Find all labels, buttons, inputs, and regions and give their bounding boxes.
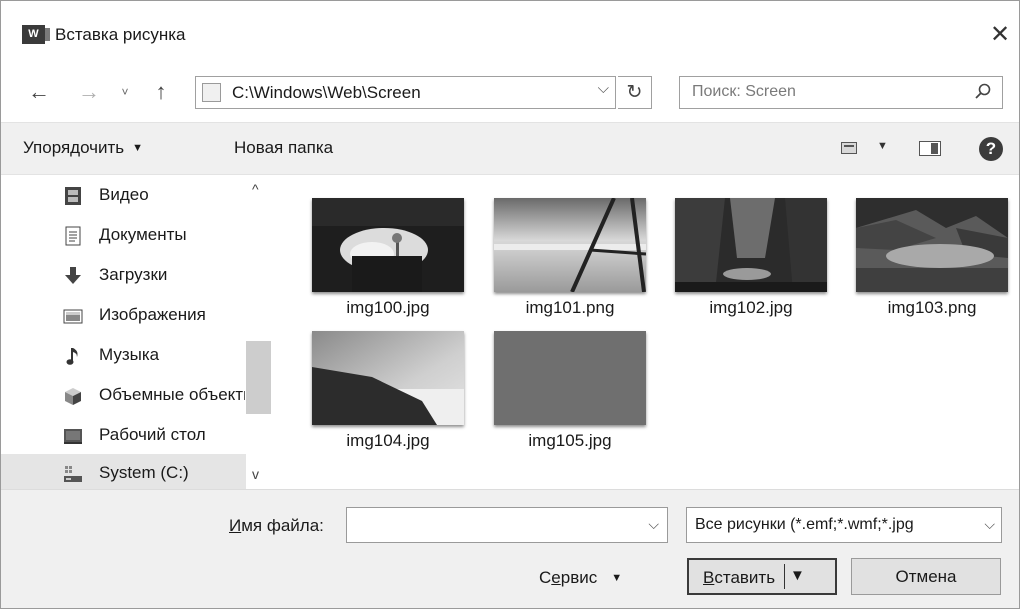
- desktop-icon: [64, 429, 82, 444]
- organize-label: Упорядочить: [23, 138, 125, 157]
- new-folder-button[interactable]: Новая папка: [234, 138, 333, 158]
- cancel-button[interactable]: Отмена: [851, 558, 1001, 595]
- close-button[interactable]: ✕: [981, 17, 1019, 53]
- preview-pane-icon[interactable]: [919, 141, 941, 156]
- search-icon[interactable]: [974, 82, 992, 100]
- caret-down-icon: ▼: [611, 572, 623, 584]
- video-icon: [65, 187, 81, 205]
- insert-label-text: ставить: [714, 568, 776, 587]
- up-button[interactable]: ↑: [148, 77, 174, 107]
- file-name: img103.png: [887, 298, 977, 317]
- file-item[interactable]: img104.jpg: [272, 309, 464, 459]
- filename-field[interactable]: ⌵: [346, 507, 668, 543]
- dialog-title: Вставка рисунка: [55, 25, 186, 44]
- file-type-filter[interactable]: Все рисунки (*.emf;*.wmf;*.jpg ⌵: [686, 507, 1002, 543]
- tools-label-pre: С: [539, 568, 552, 587]
- insert-label-accesskey: В: [703, 568, 715, 587]
- file-name: img105.jpg: [528, 431, 612, 450]
- tools-label-accesskey: е: [551, 568, 561, 587]
- tools-label-post: рвис: [560, 568, 598, 587]
- sidebar-item-label: Изображения: [99, 305, 206, 324]
- image-thumbnail: [856, 198, 1008, 292]
- address-dropdown-button[interactable]: ⌵: [598, 80, 609, 97]
- file-item[interactable]: img103.png: [816, 176, 1008, 326]
- drive-icon: [64, 466, 82, 482]
- sidebar-item-label: Музыка: [99, 345, 160, 364]
- caret-down-icon: ▼: [132, 142, 144, 154]
- scroll-down-icon[interactable]: v: [252, 466, 259, 482]
- image-thumbnail: [312, 331, 464, 425]
- insert-label: Вставить: [703, 568, 775, 588]
- sidebar-item-documents[interactable]: Документы: [1, 216, 246, 256]
- image-thumbnail: [494, 198, 646, 292]
- forward-button[interactable]: →: [76, 77, 102, 107]
- filename-label-text: мя файла:: [241, 516, 324, 535]
- pictures-icon: [63, 309, 83, 324]
- image-thumbnail: [494, 331, 646, 425]
- documents-icon: [65, 226, 81, 246]
- view-mode-icon[interactable]: [841, 142, 857, 154]
- refresh-button[interactable]: ↻: [618, 76, 652, 109]
- sidebar-item-pictures[interactable]: Изображения: [1, 296, 246, 336]
- file-list: img100.jpg img101.png img102.jpg img103.…: [272, 176, 1019, 488]
- sidebar-item-label: System (C:): [99, 463, 189, 482]
- file-item[interactable]: img105.jpg: [454, 309, 646, 459]
- tools-menu-button[interactable]: Сервис ▼: [539, 568, 622, 588]
- word-app-icon: W: [22, 25, 50, 44]
- file-item[interactable]: img100.jpg: [272, 176, 464, 326]
- sidebar-item-downloads[interactable]: Загрузки: [1, 256, 246, 296]
- sidebar-item-music[interactable]: Музыка: [1, 336, 246, 376]
- 3d-objects-icon: [65, 388, 81, 405]
- view-options-dropdown[interactable]: ▼: [877, 140, 888, 152]
- nav-scrollbar[interactable]: ^ v: [246, 176, 271, 488]
- image-thumbnail: [675, 198, 827, 292]
- bottom-panel: Имя файла: ⌵ Все рисунки (*.emf;*.wmf;*.…: [1, 489, 1019, 608]
- file-type-dropdown-button[interactable]: ⌵: [984, 516, 995, 533]
- title-bar: W Вставка рисунка ✕: [1, 1, 1019, 53]
- search-placeholder: Поиск: Screen: [692, 83, 796, 100]
- downloads-icon: [65, 267, 81, 284]
- navigation-pane: Видео Документы Загрузки Изображения Муз…: [1, 176, 271, 494]
- sidebar-item-label: Объемные объекты: [99, 385, 245, 404]
- image-thumbnail: [312, 198, 464, 292]
- file-item[interactable]: img102.jpg: [635, 176, 827, 326]
- insert-split-divider: [784, 564, 785, 589]
- command-toolbar: Упорядочить ▼ Новая папка ▼ ?: [1, 122, 1019, 175]
- insert-button[interactable]: Вставить ▼: [687, 558, 837, 595]
- filename-label: Имя файла:: [229, 516, 324, 536]
- sidebar-item-label: Видео: [99, 185, 149, 204]
- scroll-up-icon[interactable]: ^: [252, 181, 259, 197]
- file-type-selected: Все рисунки (*.emf;*.wmf;*.jpg: [695, 516, 914, 533]
- sidebar-item-system-drive[interactable]: System (C:): [1, 454, 246, 494]
- sidebar-item-video[interactable]: Видео: [1, 176, 246, 216]
- address-path[interactable]: C:\Windows\Web\Screen: [232, 83, 421, 103]
- insert-picture-dialog: W Вставка рисунка ✕ ← → ˅ ↑ C:\Windows\W…: [0, 0, 1020, 609]
- sidebar-item-desktop[interactable]: Рабочий стол: [1, 416, 246, 456]
- sidebar-item-label: Документы: [99, 225, 187, 244]
- filename-dropdown-button[interactable]: ⌵: [648, 516, 659, 533]
- sidebar-item-label: Загрузки: [99, 265, 168, 284]
- sidebar-item-3d-objects[interactable]: Объемные объекты: [1, 376, 246, 416]
- address-bar[interactable]: C:\Windows\Web\Screen ⌵: [195, 76, 616, 109]
- scrollbar-thumb[interactable]: [246, 341, 271, 414]
- search-input[interactable]: Поиск: Screen: [679, 76, 1003, 109]
- organize-menu-button[interactable]: Упорядочить ▼: [23, 138, 143, 158]
- file-item[interactable]: img101.png: [454, 176, 646, 326]
- recent-locations-button[interactable]: ˅: [116, 77, 134, 107]
- music-icon: [66, 348, 78, 365]
- help-icon[interactable]: ?: [979, 137, 1003, 161]
- sidebar-item-label: Рабочий стол: [99, 425, 206, 444]
- folder-icon: [202, 83, 221, 102]
- insert-options-dropdown[interactable]: ▼: [790, 567, 805, 584]
- back-button[interactable]: ←: [26, 77, 52, 107]
- filename-label-accesskey: И: [229, 516, 242, 535]
